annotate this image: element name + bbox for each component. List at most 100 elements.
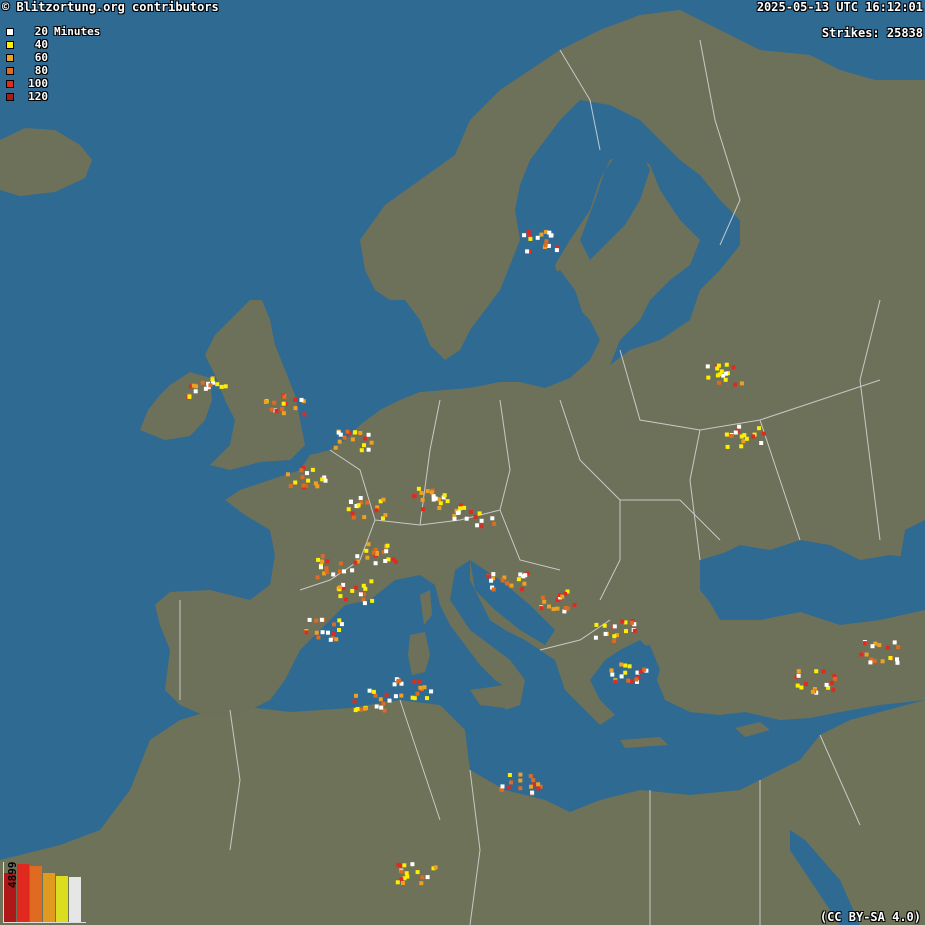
strike-marker [868, 660, 873, 665]
strike-marker [731, 365, 736, 370]
strike-marker [355, 707, 360, 711]
strike-marker [299, 468, 304, 473]
strike-marker [717, 380, 721, 385]
strike-marker [613, 679, 618, 684]
strike-marker [896, 645, 901, 650]
legend-label: 60 [34, 51, 48, 64]
strike-marker [416, 486, 421, 491]
strike-marker [425, 696, 429, 701]
strike-marker [433, 865, 438, 870]
strike-marker [594, 622, 599, 627]
strike-marker [751, 434, 756, 439]
strike-marker [379, 705, 384, 710]
legend-swatch [6, 92, 14, 101]
strike-marker [320, 554, 325, 559]
strike-marker [361, 583, 366, 588]
strike-marker [324, 566, 329, 571]
strike-marker [810, 689, 815, 694]
strike-marker [307, 617, 312, 622]
strike-marker [418, 685, 423, 690]
strike-marker [864, 652, 869, 657]
strike-marker [724, 371, 729, 376]
strike-marker [612, 634, 617, 639]
strike-marker [215, 382, 220, 387]
strike-marker [362, 515, 367, 520]
strike-marker [536, 786, 541, 791]
histogram-bar [69, 877, 81, 922]
strike-marker [293, 406, 298, 411]
strike-marker [429, 689, 434, 694]
strike-marker [350, 568, 355, 573]
strike-marker [422, 685, 427, 690]
strike-marker [420, 497, 425, 502]
strike-marker [535, 235, 540, 240]
strike-marker [623, 670, 628, 675]
strike-marker [350, 588, 355, 593]
legend-unit: Minutes [54, 25, 101, 38]
strike-marker [554, 248, 559, 253]
strike-count: Strikes: 25838 [821, 26, 923, 40]
lightning-map[interactable] [0, 0, 925, 925]
strike-marker [425, 875, 430, 880]
strike-marker [339, 622, 344, 627]
strike-marker [349, 500, 353, 504]
strike-marker [351, 515, 356, 520]
strike-marker [337, 569, 342, 574]
strike-marker [489, 578, 494, 583]
strike-marker [410, 695, 415, 700]
strike-marker [729, 434, 734, 438]
strike-marker [324, 569, 329, 574]
strike-marker [563, 606, 568, 610]
strike-marker [392, 682, 397, 687]
strike-marker [479, 518, 484, 523]
histogram-bar [56, 875, 68, 922]
strike-marker [320, 477, 325, 482]
strike-marker [384, 549, 389, 554]
strike-marker [280, 407, 285, 411]
strike-marker [304, 630, 309, 635]
strike-marker [366, 447, 371, 452]
strike-marker [619, 674, 624, 679]
strike-marker [895, 657, 899, 662]
strike-marker [531, 778, 536, 783]
strike-marker [369, 579, 374, 584]
strike-marker [415, 870, 420, 875]
strike-marker [612, 624, 617, 629]
strike-marker [366, 432, 371, 437]
strike-marker [314, 618, 319, 623]
strike-marker [626, 678, 631, 683]
strike-marker [612, 639, 617, 643]
strike-marker [365, 500, 370, 505]
strike-marker [544, 239, 549, 244]
strike-marker [420, 875, 425, 880]
strike-marker [543, 243, 548, 248]
histogram-bar [30, 866, 42, 922]
strike-marker [715, 366, 720, 371]
strike-marker [358, 496, 363, 500]
strike-marker [387, 698, 392, 703]
strike-marker [724, 362, 729, 367]
strike-marker [417, 679, 422, 684]
strike-marker [629, 679, 634, 684]
strike-marker [877, 643, 882, 648]
strike-marker [385, 543, 390, 548]
strike-marker [391, 557, 396, 562]
legend-label: 20 [34, 25, 48, 38]
timestamp: 2025-05-13 UTC 16:12:01 [756, 0, 923, 14]
strike-marker [374, 704, 379, 709]
strike-marker [491, 572, 496, 577]
strike-marker [725, 444, 730, 449]
strike-marker [299, 397, 304, 402]
strike-marker [200, 380, 205, 385]
strike-marker [759, 441, 764, 445]
strike-marker [623, 663, 628, 668]
strike-marker [320, 559, 325, 564]
strike-marker [362, 443, 366, 448]
strike-marker [223, 384, 228, 389]
strike-marker [452, 516, 457, 521]
legend-swatch [6, 40, 14, 49]
strike-marker [473, 514, 478, 519]
strike-marker [540, 595, 545, 600]
strike-marker [620, 619, 625, 624]
strike-marker [555, 606, 560, 611]
